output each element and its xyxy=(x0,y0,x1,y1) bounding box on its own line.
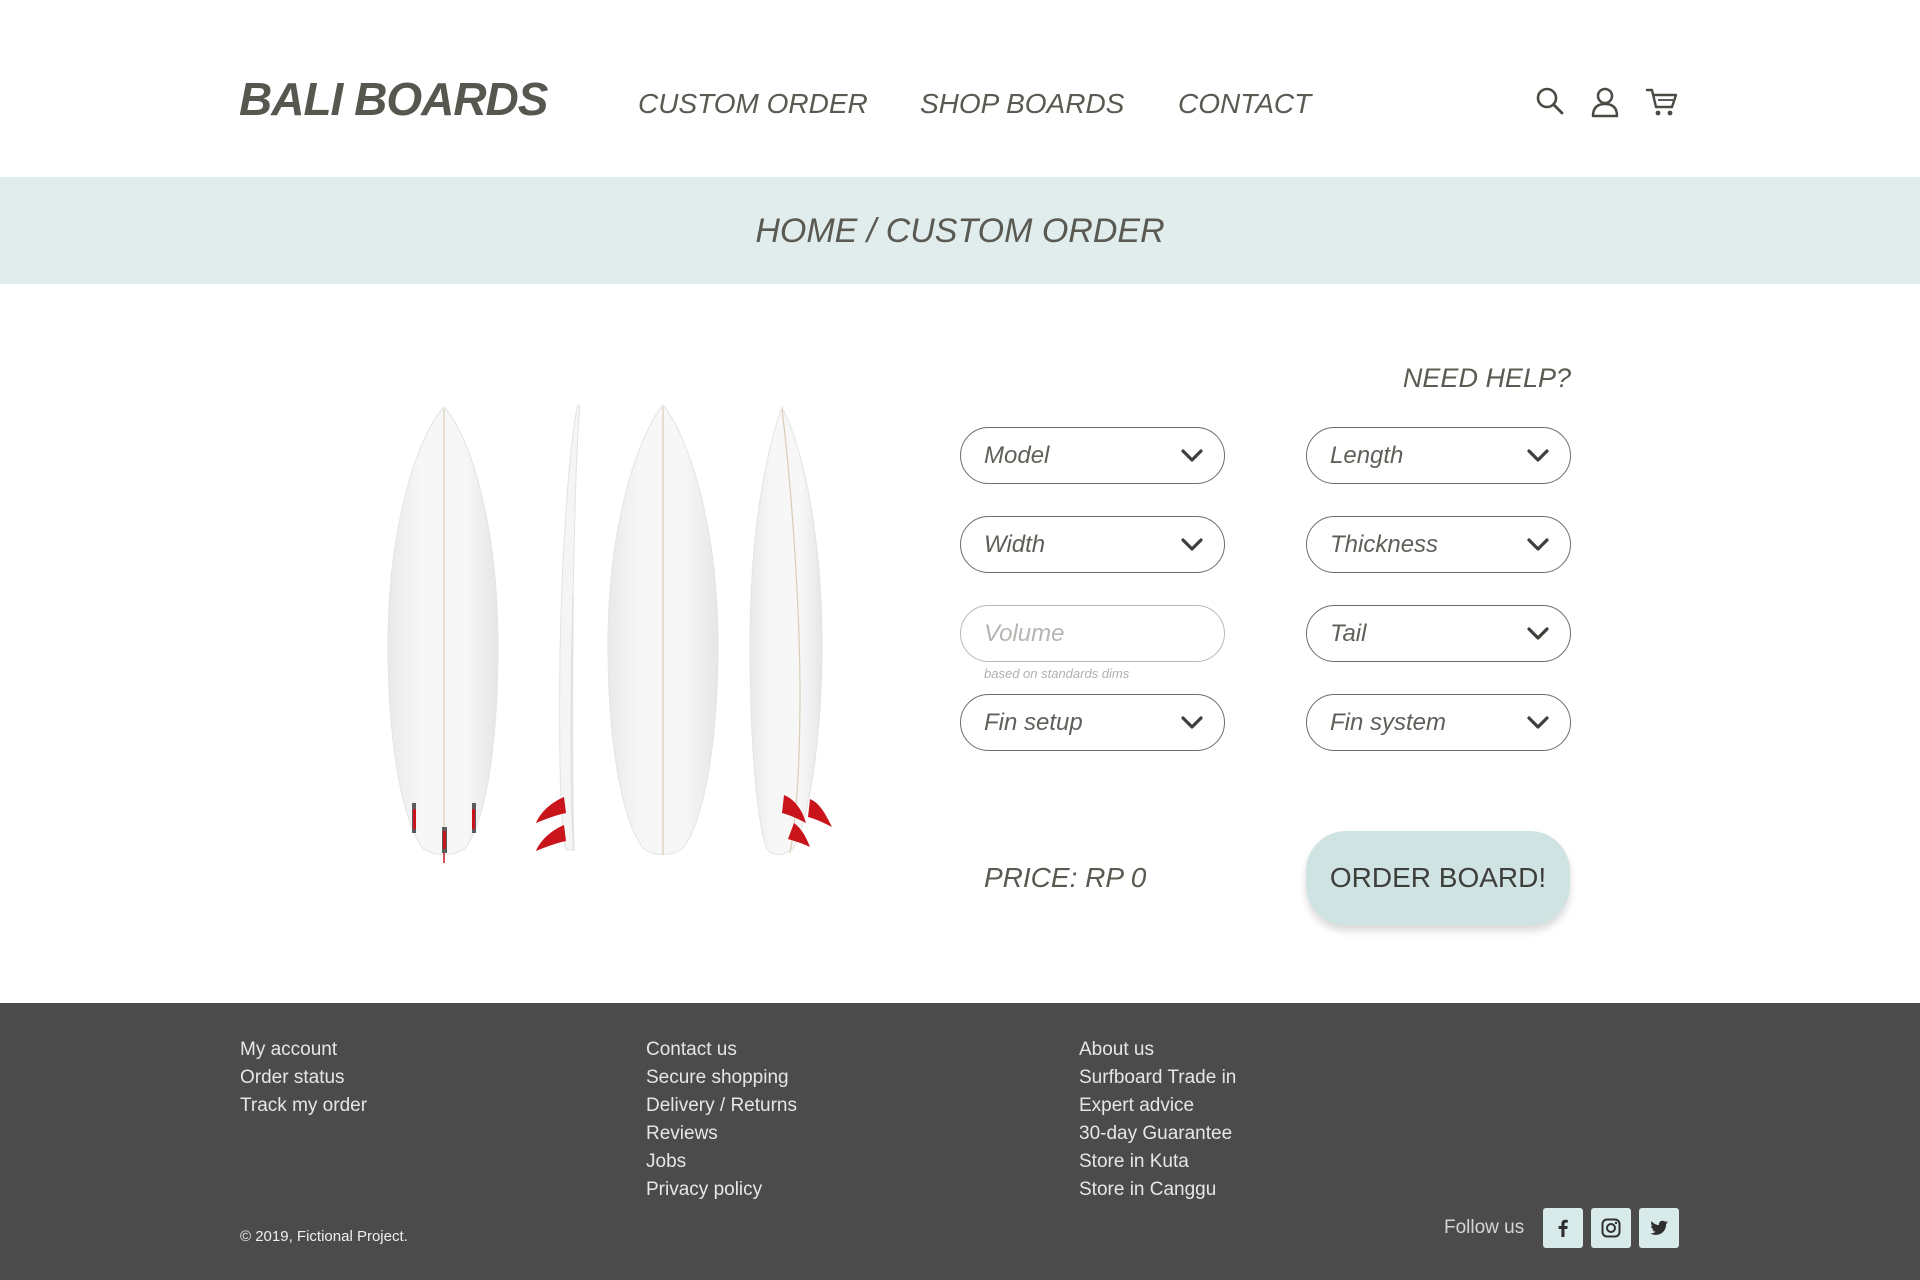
site-header: BALI BOARDS CUSTOM ORDER SHOP BOARDS CON… xyxy=(0,0,1920,177)
footer-link-jobs[interactable]: Jobs xyxy=(646,1148,797,1176)
fin-system-select[interactable]: Fin system xyxy=(1306,694,1571,751)
thickness-label: Thickness xyxy=(1330,531,1439,558)
need-help-link[interactable]: NEED HELP? xyxy=(1403,363,1571,394)
footer-link-store-kuta[interactable]: Store in Kuta xyxy=(1079,1148,1236,1176)
nav-custom-order[interactable]: CUSTOM ORDER xyxy=(638,88,868,120)
tail-select[interactable]: Tail xyxy=(1306,605,1571,662)
site-footer: My account Order status Track my order C… xyxy=(0,1003,1920,1280)
cart-icon[interactable] xyxy=(1645,86,1679,120)
price-display: PRICE: RP 0 xyxy=(984,862,1147,893)
footer-link-guarantee[interactable]: 30-day Guarantee xyxy=(1079,1120,1236,1148)
volume-hint: based on standards dims xyxy=(984,666,1130,681)
footer-link-about-us[interactable]: About us xyxy=(1079,1036,1236,1064)
instagram-icon[interactable] xyxy=(1591,1208,1631,1248)
breadcrumb-band: HOME / CUSTOM ORDER xyxy=(0,177,1920,284)
facebook-icon[interactable] xyxy=(1543,1208,1583,1248)
width-select[interactable]: Width xyxy=(960,516,1225,573)
chevron-down-icon xyxy=(1527,627,1549,640)
model-label: Model xyxy=(984,442,1050,469)
footer-link-privacy-policy[interactable]: Privacy policy xyxy=(646,1176,797,1204)
follow-us-label: Follow us xyxy=(1444,1217,1525,1238)
fin-system-label: Fin system xyxy=(1330,709,1447,736)
fin-setup-label: Fin setup xyxy=(984,709,1083,736)
chevron-down-icon xyxy=(1527,538,1549,551)
length-label: Length xyxy=(1330,442,1404,469)
chevron-down-icon xyxy=(1181,716,1203,729)
copyright: © 2019, Fictional Project. xyxy=(240,1228,408,1245)
fin-setup-select[interactable]: Fin setup xyxy=(960,694,1225,751)
footer-link-order-status[interactable]: Order status xyxy=(240,1064,367,1092)
footer-link-track-order[interactable]: Track my order xyxy=(240,1092,367,1120)
tail-label: Tail xyxy=(1330,620,1367,647)
volume-field xyxy=(960,605,1225,662)
chevron-down-icon xyxy=(1527,449,1549,462)
length-select[interactable]: Length xyxy=(1306,427,1571,484)
chevron-down-icon xyxy=(1527,716,1549,729)
footer-link-delivery-returns[interactable]: Delivery / Returns xyxy=(646,1092,797,1120)
footer-link-trade-in[interactable]: Surfboard Trade in xyxy=(1079,1064,1236,1092)
nav-contact[interactable]: CONTACT xyxy=(1178,88,1311,120)
footer-link-store-canggu[interactable]: Store in Canggu xyxy=(1079,1176,1236,1204)
width-label: Width xyxy=(984,531,1046,558)
footer-column-support: Contact us Secure shopping Delivery / Re… xyxy=(646,1036,797,1204)
footer-column-account: My account Order status Track my order xyxy=(240,1036,367,1120)
footer-link-expert-advice[interactable]: Expert advice xyxy=(1079,1092,1236,1120)
header-icons xyxy=(1535,86,1680,122)
logo[interactable]: BALI BOARDS xyxy=(239,72,548,126)
footer-link-my-account[interactable]: My account xyxy=(240,1036,367,1064)
model-select[interactable]: Model xyxy=(960,427,1225,484)
volume-input[interactable] xyxy=(961,606,1224,661)
chevron-down-icon xyxy=(1181,449,1203,462)
footer-link-reviews[interactable]: Reviews xyxy=(646,1120,797,1148)
order-board-button[interactable]: ORDER BOARD! xyxy=(1306,831,1570,925)
breadcrumb: HOME / CUSTOM ORDER xyxy=(755,212,1165,250)
twitter-icon[interactable] xyxy=(1639,1208,1679,1248)
footer-column-about: About us Surfboard Trade in Expert advic… xyxy=(1079,1036,1236,1204)
footer-link-secure-shopping[interactable]: Secure shopping xyxy=(646,1064,797,1092)
chevron-down-icon xyxy=(1181,538,1203,551)
thickness-select[interactable]: Thickness xyxy=(1306,516,1571,573)
user-icon[interactable] xyxy=(1590,86,1624,120)
surfboard-views-image xyxy=(370,395,840,865)
search-icon[interactable] xyxy=(1535,86,1569,120)
footer-link-contact-us[interactable]: Contact us xyxy=(646,1036,797,1064)
nav-shop-boards[interactable]: SHOP BOARDS xyxy=(920,88,1124,120)
